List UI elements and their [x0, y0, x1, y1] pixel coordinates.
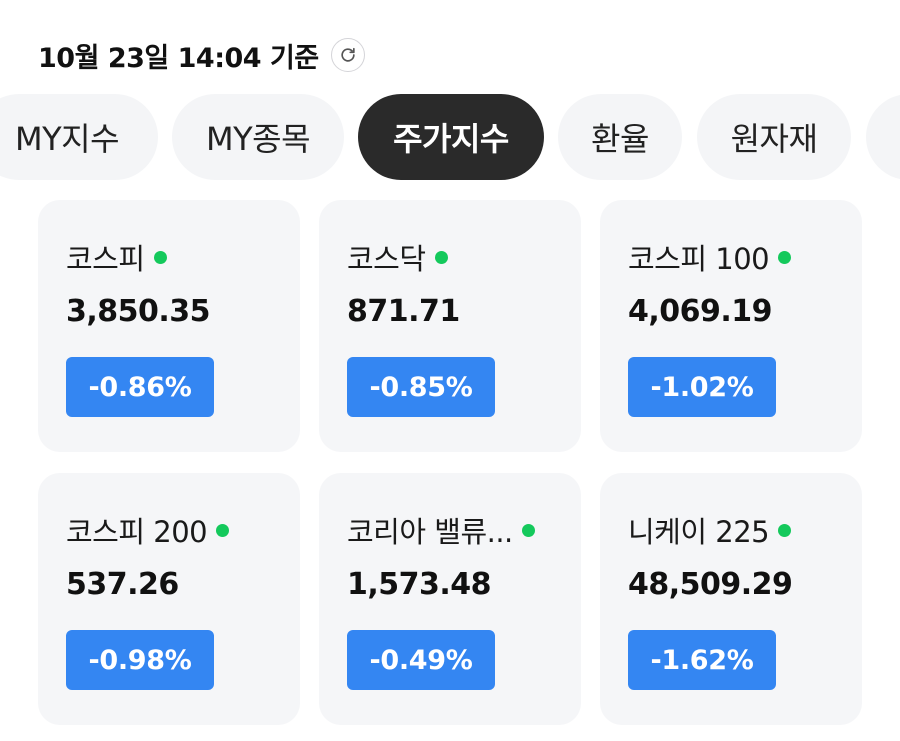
index-card-kosdaq[interactable]: 코스닥 871.71 -0.85% [319, 200, 581, 452]
index-value: 537.26 [66, 567, 179, 602]
index-value: 1,573.48 [347, 567, 492, 602]
header: 10월 23일 14:04 기준 [38, 30, 365, 80]
card-name-row: 코스닥 [347, 236, 448, 278]
live-status-dot-icon [778, 250, 792, 264]
card-name-row: 코스피 [66, 236, 167, 278]
timestamp-label: 10월 23일 14:04 기준 [38, 42, 319, 74]
tab-more-partial[interactable] [866, 94, 900, 180]
index-value: 48,509.29 [628, 567, 793, 602]
index-value: 3,850.35 [66, 294, 211, 329]
card-name-row: 코스피 100 [628, 236, 792, 278]
tab-exchange-rate[interactable]: 환율 [558, 94, 682, 180]
index-name: 코스닥 [347, 242, 426, 276]
index-name: 코스피 200 [66, 515, 208, 549]
index-card-kospi[interactable]: 코스피 3,850.35 -0.86% [38, 200, 300, 452]
category-tab-bar: MY지수 MY종목 주가지수 환율 원자재 [0, 94, 900, 182]
card-name-row: 코리아 밸류... [347, 509, 535, 551]
tab-commodities[interactable]: 원자재 [697, 94, 851, 180]
live-status-dot-icon [521, 523, 535, 537]
index-name: 코리아 밸류... [347, 515, 513, 549]
index-card-korea-value[interactable]: 코리아 밸류... 1,573.48 -0.49% [319, 473, 581, 725]
card-name-row: 니케이 225 [628, 509, 792, 551]
live-status-dot-icon [153, 250, 167, 264]
change-rate-badge: -1.02% [628, 357, 776, 417]
live-status-dot-icon [778, 523, 792, 537]
index-value: 4,069.19 [628, 294, 773, 329]
index-card-kospi-100[interactable]: 코스피 100 4,069.19 -1.02% [600, 200, 862, 452]
index-name: 코스피 [66, 242, 145, 276]
index-value: 871.71 [347, 294, 460, 329]
index-card-kospi-200[interactable]: 코스피 200 537.26 -0.98% [38, 473, 300, 725]
change-rate-badge: -0.86% [66, 357, 214, 417]
index-name: 코스피 100 [628, 242, 770, 276]
card-name-row: 코스피 200 [66, 509, 230, 551]
live-status-dot-icon [216, 523, 230, 537]
live-status-dot-icon [434, 250, 448, 264]
change-rate-badge: -0.85% [347, 357, 495, 417]
change-rate-badge: -0.49% [347, 630, 495, 690]
refresh-button[interactable] [330, 38, 365, 72]
index-card-nikkei-225[interactable]: 니케이 225 48,509.29 -1.62% [600, 473, 862, 725]
tab-my-stocks[interactable]: MY종목 [172, 94, 344, 180]
change-rate-badge: -1.62% [628, 630, 776, 690]
tab-stock-index[interactable]: 주가지수 [358, 94, 544, 180]
refresh-icon [341, 47, 355, 62]
index-name: 니케이 225 [628, 515, 770, 549]
tab-my-index[interactable]: MY지수 [0, 94, 158, 180]
change-rate-badge: -0.98% [66, 630, 214, 690]
